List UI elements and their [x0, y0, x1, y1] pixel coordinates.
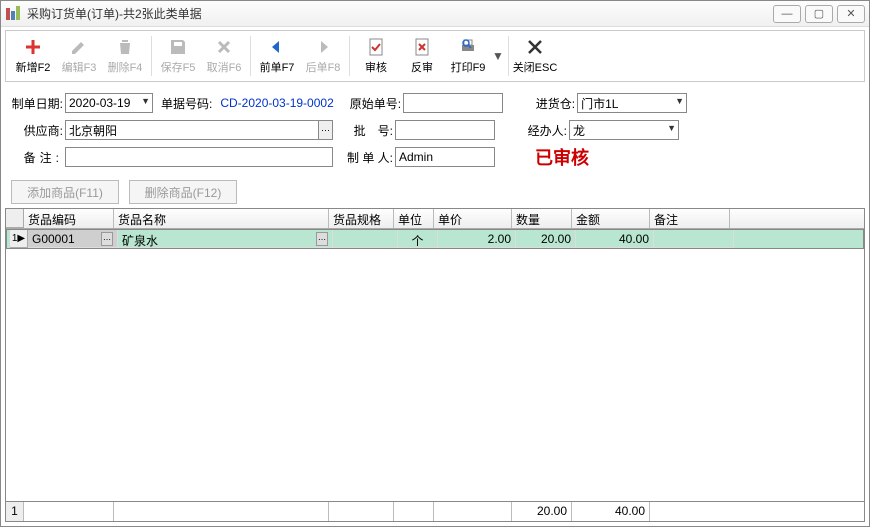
maker-input[interactable] — [395, 147, 495, 167]
audit-button[interactable]: 审核 — [353, 33, 399, 79]
pencil-icon — [69, 37, 89, 57]
cell-qty[interactable]: 20.00 — [516, 230, 576, 248]
toolbar: 新增F2 编辑F3 删除F4 保存F5 取消F6 前单F7 后单F8 — [5, 30, 865, 82]
footer-idx: 1 — [6, 502, 24, 521]
footer-qty: 20.00 — [512, 502, 572, 521]
col-amount[interactable]: 金额 — [572, 209, 650, 228]
print-button[interactable]: 打印F9 — [445, 33, 491, 79]
cell-unit[interactable]: 个 — [398, 230, 438, 248]
print-dropdown[interactable]: ▼ — [491, 33, 505, 79]
window-title: 采购订货单(订单)-共2张此类单据 — [27, 5, 769, 22]
audit-stamp: 已审核 — [535, 144, 589, 170]
edit-button[interactable]: 编辑F3 — [56, 33, 102, 79]
print-icon — [458, 37, 478, 57]
close-icon — [525, 37, 545, 57]
remark-label: 备注: — [11, 149, 63, 166]
col-price[interactable]: 单价 — [434, 209, 512, 228]
cell-spec[interactable] — [333, 230, 398, 248]
cancel-icon — [214, 37, 234, 57]
save-icon — [168, 37, 188, 57]
unaudit-button[interactable]: 反审 — [399, 33, 445, 79]
col-name[interactable]: 货品名称 — [114, 209, 329, 228]
warehouse-select[interactable] — [577, 93, 687, 113]
col-unit[interactable]: 单位 — [394, 209, 434, 228]
grid-footer: 1 20.00 40.00 — [5, 502, 865, 522]
orig-input[interactable] — [403, 93, 503, 113]
trash-icon — [115, 37, 135, 57]
handler-select[interactable] — [569, 120, 679, 140]
titlebar: 采购订货单(订单)-共2张此类单据 — ▢ ✕ — [1, 1, 869, 27]
row-indicator: 1▶ — [10, 230, 28, 248]
billno-value: CD-2020-03-19-0002 — [220, 96, 333, 110]
form-area: 制单日期: 单据号码: CD-2020-03-19-0002 原始单号: 进货仓… — [1, 85, 869, 176]
supplier-input[interactable] — [65, 120, 319, 140]
remark-input[interactable] — [65, 147, 333, 167]
table-row[interactable]: 1▶ G00001⋯ 矿泉水⋯ 个 2.00 20.00 40.00 — [6, 229, 864, 249]
grid-corner — [6, 209, 24, 228]
name-lookup-button[interactable]: ⋯ — [316, 232, 328, 246]
close-button[interactable]: 关闭ESC — [512, 33, 558, 79]
items-grid: 货品编码 货品名称 货品规格 单位 单价 数量 金额 备注 1▶ G00001⋯… — [5, 208, 865, 502]
col-qty[interactable]: 数量 — [512, 209, 572, 228]
undo-doc-icon — [412, 37, 432, 57]
warehouse-label: 进货仓: — [525, 95, 575, 112]
check-doc-icon — [366, 37, 386, 57]
close-window-button[interactable]: ✕ — [837, 5, 865, 23]
cell-amount[interactable]: 40.00 — [576, 230, 654, 248]
footer-amount: 40.00 — [572, 502, 650, 521]
batch-input[interactable] — [395, 120, 495, 140]
plus-icon — [23, 37, 43, 57]
prev-button[interactable]: 前单F7 — [254, 33, 300, 79]
cell-remark[interactable] — [654, 230, 734, 248]
delete-item-button[interactable]: 删除商品(F12) — [129, 180, 237, 204]
cell-code[interactable]: G00001⋯ — [28, 230, 118, 248]
billno-label: 单据号码: — [161, 95, 212, 112]
cell-price[interactable]: 2.00 — [438, 230, 516, 248]
next-button[interactable]: 后单F8 — [300, 33, 346, 79]
handler-label: 经办人: — [517, 122, 567, 139]
date-input[interactable] — [65, 93, 153, 113]
arrow-left-icon — [267, 37, 287, 57]
col-remark[interactable]: 备注 — [650, 209, 730, 228]
col-code[interactable]: 货品编码 — [24, 209, 114, 228]
maximize-button[interactable]: ▢ — [805, 5, 833, 23]
maker-label: 制 单 人: — [343, 149, 393, 166]
arrow-right-icon — [313, 37, 333, 57]
supplier-label: 供应商: — [11, 122, 63, 139]
add-button[interactable]: 新增F2 — [10, 33, 56, 79]
app-icon — [5, 6, 21, 22]
minimize-button[interactable]: — — [773, 5, 801, 23]
cell-name[interactable]: 矿泉水⋯ — [118, 230, 333, 248]
supplier-lookup-button[interactable]: ⋯ — [319, 120, 333, 140]
col-spec[interactable]: 货品规格 — [329, 209, 394, 228]
date-label: 制单日期: — [11, 95, 63, 112]
add-item-button[interactable]: 添加商品(F11) — [11, 180, 119, 204]
save-button[interactable]: 保存F5 — [155, 33, 201, 79]
orig-label: 原始单号: — [350, 95, 401, 112]
delete-button[interactable]: 删除F4 — [102, 33, 148, 79]
code-lookup-button[interactable]: ⋯ — [101, 232, 113, 246]
cancel-button[interactable]: 取消F6 — [201, 33, 247, 79]
batch-label: 批 号: — [343, 122, 393, 139]
